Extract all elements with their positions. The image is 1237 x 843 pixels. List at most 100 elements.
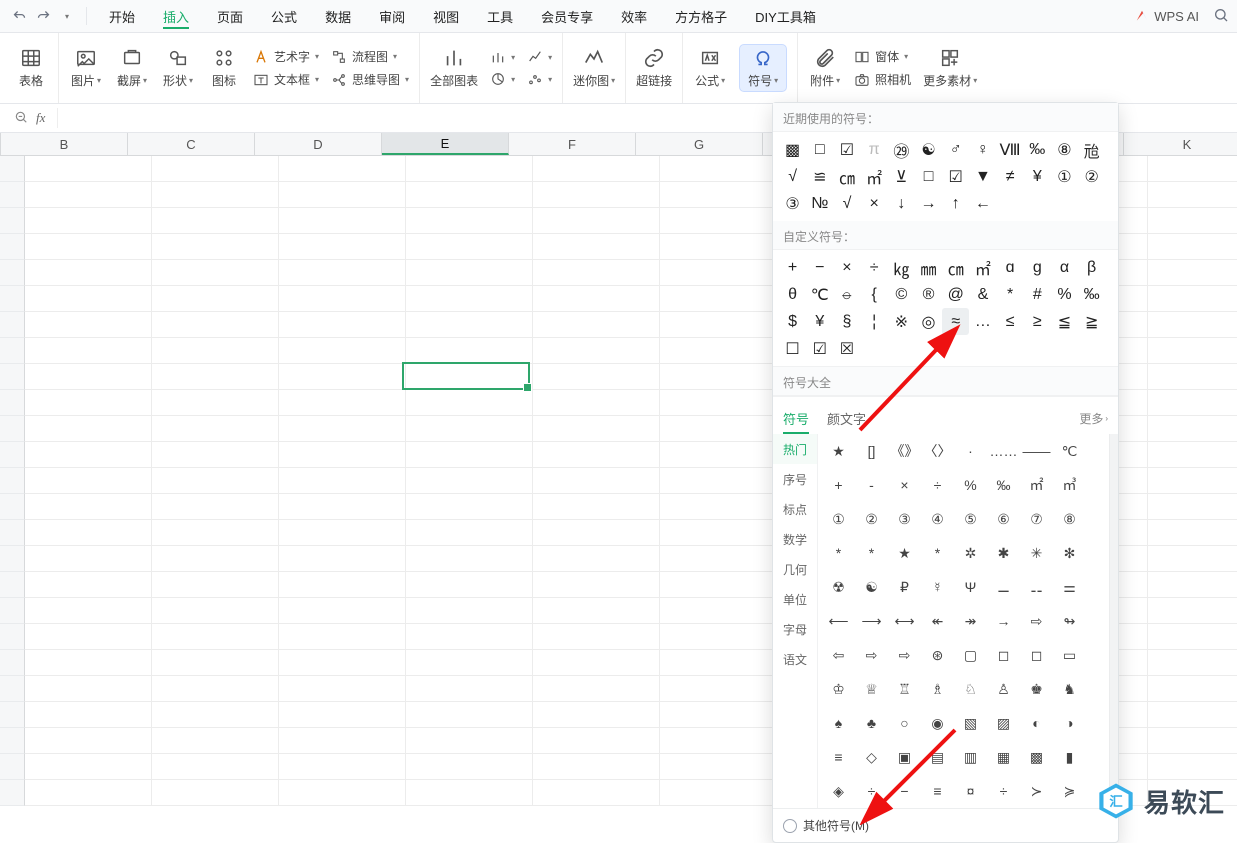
symbol-item[interactable]: π (861, 136, 888, 163)
colhead-D[interactable]: D (255, 133, 382, 155)
symbol-item[interactable]: ㎡ (1020, 470, 1053, 500)
symbol-item[interactable]: ¥ (1024, 163, 1051, 190)
symbol-item[interactable]: ⑥ (987, 504, 1020, 534)
insert-sparkline-button[interactable]: 迷你图▾ (573, 47, 615, 89)
symbol-item[interactable]: ▧ (954, 708, 987, 738)
symbol-item[interactable]: ɑ (997, 254, 1024, 281)
menu-page[interactable]: 页面 (203, 0, 257, 32)
menu-diy[interactable]: DIY工具箱 (741, 0, 830, 32)
symbol-item[interactable]: · (954, 436, 987, 466)
symbol-item[interactable]: ♙ (987, 674, 1020, 704)
symbol-item[interactable]: ⟵ (822, 606, 855, 636)
symbol-item[interactable]: ⑤ (954, 504, 987, 534)
symbol-item[interactable]: ® (915, 281, 942, 308)
symbol-item[interactable]: → (987, 606, 1020, 636)
symbol-item[interactable]: ≈ (942, 308, 969, 335)
symbol-item[interactable]: Ⅷ (997, 136, 1024, 163)
symbol-item[interactable]: … (969, 308, 996, 335)
symbol-item[interactable]: ㉙ (888, 136, 915, 163)
symbol-item[interactable]: ✱ (987, 538, 1020, 568)
symbol-item[interactable]: ① (1051, 163, 1078, 190)
symbol-category[interactable]: 序号 (773, 464, 817, 494)
symbol-item[interactable]: { (861, 281, 888, 308)
symbol-item[interactable]: ☑ (806, 335, 833, 362)
insert-attachment-button[interactable]: 附件▾ (808, 47, 842, 89)
insert-icon-button[interactable]: 图标 (207, 47, 241, 89)
symbol-item[interactable]: − (888, 776, 921, 806)
insert-linechart-button[interactable]: ▾ (527, 49, 552, 65)
symbol-item[interactable]: ◈ (822, 776, 855, 806)
symbol-item[interactable]: ▦ (987, 742, 1020, 772)
symbol-item[interactable]: …… (987, 436, 1020, 466)
symbol-item[interactable]: ★ (888, 538, 921, 568)
symbol-item[interactable]: % (1051, 281, 1078, 308)
symbol-item[interactable]: ♔ (822, 674, 855, 704)
symbol-item[interactable]: × (861, 190, 888, 217)
symbol-item[interactable]: ① (822, 504, 855, 534)
menu-view[interactable]: 视图 (419, 0, 473, 32)
symbol-item[interactable]: 兘 (1078, 136, 1105, 163)
symbol-item[interactable]: ‰ (1024, 136, 1051, 163)
symbol-item[interactable]: √ (779, 163, 806, 190)
symbol-item[interactable]: ♘ (954, 674, 987, 704)
symbol-item[interactable]: ▩ (779, 136, 806, 163)
insert-more-resources-button[interactable]: 更多素材▾ (923, 47, 977, 89)
symbol-item[interactable]: ℃ (1053, 436, 1086, 466)
symbol-item[interactable]: @ (942, 281, 969, 308)
symbol-item[interactable]: * (997, 281, 1024, 308)
symbol-item[interactable]: ⇨ (855, 640, 888, 670)
symbol-item[interactable]: ≧ (1078, 308, 1105, 335)
symbol-category[interactable]: 字母 (773, 614, 817, 644)
symbol-item[interactable]: ⇦ (822, 640, 855, 670)
symbol-item[interactable]: ▢ (954, 640, 987, 670)
symbol-category[interactable]: 标点 (773, 494, 817, 524)
symbol-item[interactable]: ↓ (888, 190, 915, 217)
insert-picture-button[interactable]: 图片▾ (69, 47, 103, 89)
tab-kaomoji[interactable]: 颜文字 (827, 403, 866, 434)
symbol-item[interactable]: ✳ (1020, 538, 1053, 568)
symbol-item[interactable]: ◎ (915, 308, 942, 335)
insert-screenshot-button[interactable]: 截屏▾ (115, 47, 149, 89)
symbol-item[interactable]: ☯ (855, 572, 888, 602)
symbol-item[interactable]: ㎡ (969, 254, 996, 281)
colhead-B[interactable]: B (1, 133, 128, 155)
panel-scrollbar[interactable] (1109, 434, 1118, 808)
symbol-item[interactable]: ◉ (921, 708, 954, 738)
symbol-item[interactable]: № (806, 190, 833, 217)
insert-hyperlink-button[interactable]: 超链接 (636, 47, 672, 89)
symbol-item[interactable]: + (822, 470, 855, 500)
symbol-item[interactable]: ㎡ (861, 163, 888, 190)
symbol-item[interactable]: ¥ (806, 308, 833, 335)
symbol-item[interactable]: ÷ (987, 776, 1020, 806)
insert-equation-button[interactable]: 公式▾ (693, 47, 727, 89)
colhead-K[interactable]: K (1124, 133, 1237, 155)
symbol-item[interactable]: ↞ (921, 606, 954, 636)
symbol-item[interactable]: → (915, 190, 942, 217)
symbol-item[interactable]: ▤ (921, 742, 954, 772)
symbol-item[interactable]: * (921, 538, 954, 568)
symbol-item[interactable]: ♗ (921, 674, 954, 704)
symbol-item[interactable]: ⦵ (833, 281, 860, 308)
symbol-item[interactable]: ③ (779, 190, 806, 217)
symbol-item[interactable]: ≤ (997, 308, 1024, 335)
symbol-item[interactable]: ㎏ (888, 254, 915, 281)
symbol-item[interactable]: © (888, 281, 915, 308)
symbol-item[interactable]: ⟶ (855, 606, 888, 636)
symbol-category[interactable]: 单位 (773, 584, 817, 614)
symbol-item[interactable]: □ (915, 163, 942, 190)
symbol-item[interactable]: ≡ (921, 776, 954, 806)
symbol-item[interactable]: + (779, 254, 806, 281)
symbol-item[interactable]: − (806, 254, 833, 281)
symbol-item[interactable]: ≌ (806, 163, 833, 190)
symbol-item[interactable]: ⚌ (1053, 572, 1086, 602)
other-symbol-radio[interactable] (783, 819, 797, 833)
symbol-item[interactable]: 《》 (888, 436, 921, 466)
symbol-category[interactable]: 几何 (773, 554, 817, 584)
symbol-item[interactable]: ♚ (1020, 674, 1053, 704)
symbol-item[interactable]: ¤ (954, 776, 987, 806)
symbol-item[interactable]: ⚊ (987, 572, 1020, 602)
symbol-item[interactable]: ✲ (954, 538, 987, 568)
symbol-item[interactable]: ♀ (969, 136, 996, 163)
symbol-item[interactable]: ◇ (855, 742, 888, 772)
symbol-item[interactable]: ≻ (1020, 776, 1053, 806)
